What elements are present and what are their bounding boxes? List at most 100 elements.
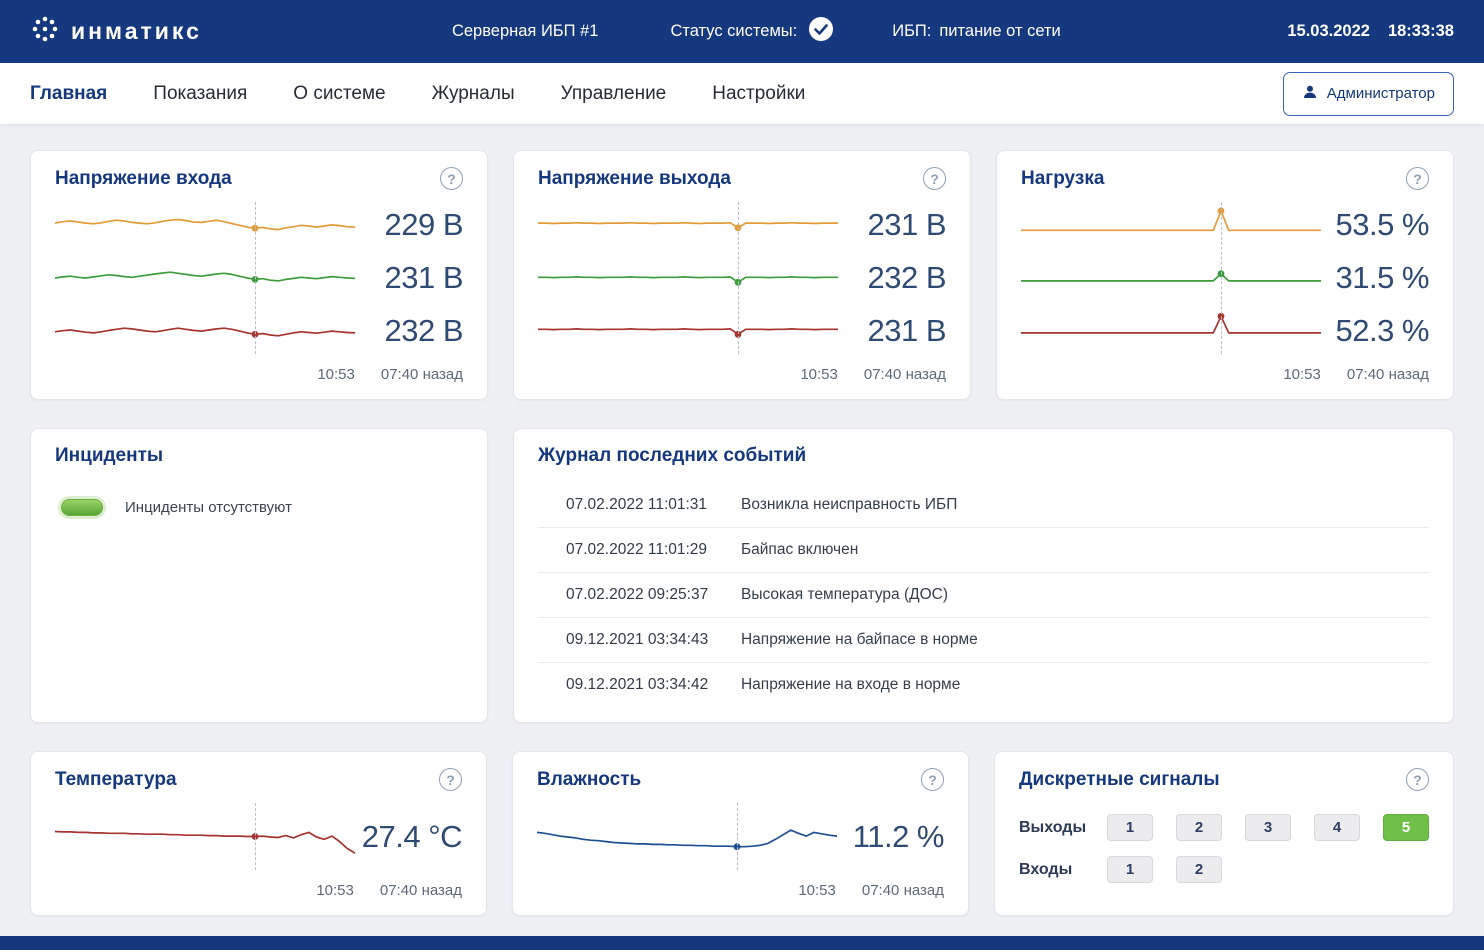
- input-voltage-phase-2-value: 231 В: [355, 251, 463, 304]
- card-event-journal: Журнал последних событий 07.02.2022 11:0…: [513, 428, 1454, 723]
- sparkline-temperature: [55, 809, 355, 865]
- output-signal-5[interactable]: 5: [1383, 814, 1429, 841]
- time-ago: 07:40 назад: [380, 882, 462, 899]
- nav-item-readings[interactable]: Показания: [153, 83, 247, 105]
- ups-value: питание от сети: [939, 22, 1060, 41]
- card-title: Инциденты: [55, 445, 163, 467]
- temperature-value: 27.4 °C: [355, 799, 462, 874]
- administrator-button[interactable]: Администратор: [1283, 72, 1454, 116]
- chart-cursor-line: [1221, 202, 1222, 354]
- sparkline-phase-3: [55, 307, 355, 353]
- chart-cursor-line: [255, 803, 256, 870]
- event-datetime: 09.12.2021 03:34:42: [566, 676, 741, 694]
- inputs-row: Входы 1 2: [1019, 856, 1429, 883]
- event-text: Байпас включен: [741, 541, 1429, 559]
- sparkline-phase-3: [1021, 307, 1321, 353]
- help-icon[interactable]: ?: [923, 167, 946, 190]
- card-load: Нагрузка ? 53.5 % 31.5 % 52.3 % 10:53: [996, 150, 1454, 400]
- ups-label: ИБП:: [892, 22, 931, 41]
- help-icon[interactable]: ?: [1406, 768, 1429, 791]
- help-icon[interactable]: ?: [440, 167, 463, 190]
- card-output-voltage: Напряжение выхода ? 231 В 232 В 231 В 10…: [513, 150, 971, 400]
- chart-cursor-line: [738, 202, 739, 354]
- sparkline-phase-1: [55, 203, 355, 249]
- event-text: Высокая температура (ДОС): [741, 586, 1429, 604]
- event-text: Напряжение на входе в норме: [741, 676, 1429, 694]
- event-datetime: 07.02.2022 11:01:29: [566, 541, 741, 559]
- cursor-time: 10:53: [798, 882, 836, 899]
- humidity-value: 11.2 %: [837, 799, 944, 874]
- cursor-time: 10:53: [1283, 366, 1321, 383]
- card-discrete-signals: Дискретные сигналы ? Выходы 1 2 3 4 5 Вх…: [994, 751, 1454, 916]
- app-header: инматикс Серверная ИБП #1 Статус системы…: [0, 0, 1484, 63]
- event-list: 07.02.2022 11:01:31 Возникла неисправнос…: [538, 483, 1429, 707]
- main-nav: Главная Показания О системе Журналы Упра…: [0, 63, 1484, 125]
- card-title: Напряжение входа: [55, 168, 232, 190]
- event-datetime: 07.02.2022 11:01:31: [566, 496, 741, 514]
- event-row: 07.02.2022 11:01:29 Байпас включен: [538, 528, 1429, 573]
- cursor-time: 10:53: [800, 366, 838, 383]
- nav-item-main[interactable]: Главная: [30, 83, 107, 105]
- input-voltage-phase-3-value: 232 В: [355, 305, 463, 358]
- humidity-chart: [537, 799, 837, 874]
- user-icon: [1302, 84, 1318, 104]
- card-title: Напряжение выхода: [538, 168, 731, 190]
- temperature-chart: [55, 799, 355, 874]
- help-icon[interactable]: ?: [439, 768, 462, 791]
- card-title: Температура: [55, 769, 177, 791]
- brand-logo: инматикс: [30, 14, 202, 49]
- event-text: Напряжение на байпасе в норме: [741, 631, 1429, 649]
- header-time: 18:33:38: [1388, 22, 1454, 41]
- output-voltage-chart: [538, 198, 838, 358]
- brand-logo-icon: [30, 14, 60, 49]
- input-voltage-phase-1-value: 229 В: [355, 198, 463, 251]
- ups-power-status: ИБП: питание от сети: [892, 22, 1061, 41]
- nav-item-control[interactable]: Управление: [561, 83, 667, 105]
- incidents-message: Инциденты отсутствуют: [125, 499, 292, 516]
- event-row: 07.02.2022 09:25:37 Высокая температура …: [538, 573, 1429, 618]
- sparkline-phase-3: [538, 307, 838, 353]
- output-signal-1[interactable]: 1: [1107, 814, 1153, 841]
- load-phase-1-value: 53.5 %: [1321, 198, 1429, 251]
- output-signal-3[interactable]: 3: [1245, 814, 1291, 841]
- input-signal-2[interactable]: 2: [1176, 856, 1222, 883]
- header-date: 15.03.2022: [1287, 22, 1370, 41]
- sparkline-phase-2: [538, 255, 838, 301]
- cursor-time: 10:53: [317, 366, 355, 383]
- sparkline-phase-2: [55, 255, 355, 301]
- help-icon[interactable]: ?: [1406, 167, 1429, 190]
- administrator-label: Администратор: [1327, 85, 1435, 102]
- dashboard: Напряжение входа ? 229 В 231 В 232 В 10:…: [0, 125, 1484, 936]
- device-name: Серверная ИБП #1: [452, 22, 599, 41]
- event-row: 09.12.2021 03:34:42 Напряжение на входе …: [538, 663, 1429, 707]
- event-datetime: 07.02.2022 09:25:37: [566, 586, 741, 604]
- card-title: Влажность: [537, 769, 641, 791]
- nav-item-about-system[interactable]: О системе: [293, 83, 385, 105]
- event-row: 09.12.2021 03:34:43 Напряжение на байпас…: [538, 618, 1429, 663]
- system-status-label: Статус системы:: [670, 22, 797, 41]
- help-icon[interactable]: ?: [921, 768, 944, 791]
- outputs-row: Выходы 1 2 3 4 5: [1019, 814, 1429, 841]
- cursor-time: 10:53: [316, 882, 354, 899]
- output-voltage-phase-2-value: 232 В: [838, 251, 946, 304]
- event-datetime: 09.12.2021 03:34:43: [566, 631, 741, 649]
- outputs-label: Выходы: [1019, 819, 1107, 837]
- input-voltage-chart: [55, 198, 355, 358]
- nav-item-settings[interactable]: Настройки: [712, 83, 805, 105]
- sparkline-phase-2: [1021, 255, 1321, 301]
- output-signal-4[interactable]: 4: [1314, 814, 1360, 841]
- status-ok-check-icon: [808, 16, 834, 47]
- card-title: Дискретные сигналы: [1019, 769, 1220, 791]
- sparkline-humidity: [537, 809, 837, 865]
- card-title: Журнал последних событий: [538, 445, 806, 467]
- output-signal-2[interactable]: 2: [1176, 814, 1222, 841]
- input-signal-1[interactable]: 1: [1107, 856, 1153, 883]
- card-input-voltage: Напряжение входа ? 229 В 231 В 232 В 10:…: [30, 150, 488, 400]
- output-voltage-phase-1-value: 231 В: [838, 198, 946, 251]
- chart-cursor-line: [737, 803, 738, 870]
- card-title: Нагрузка: [1021, 168, 1104, 190]
- inputs-label: Входы: [1019, 861, 1107, 879]
- load-chart: [1021, 198, 1321, 358]
- nav-item-logs[interactable]: Журналы: [432, 83, 515, 105]
- brand-name: инматикс: [71, 18, 202, 45]
